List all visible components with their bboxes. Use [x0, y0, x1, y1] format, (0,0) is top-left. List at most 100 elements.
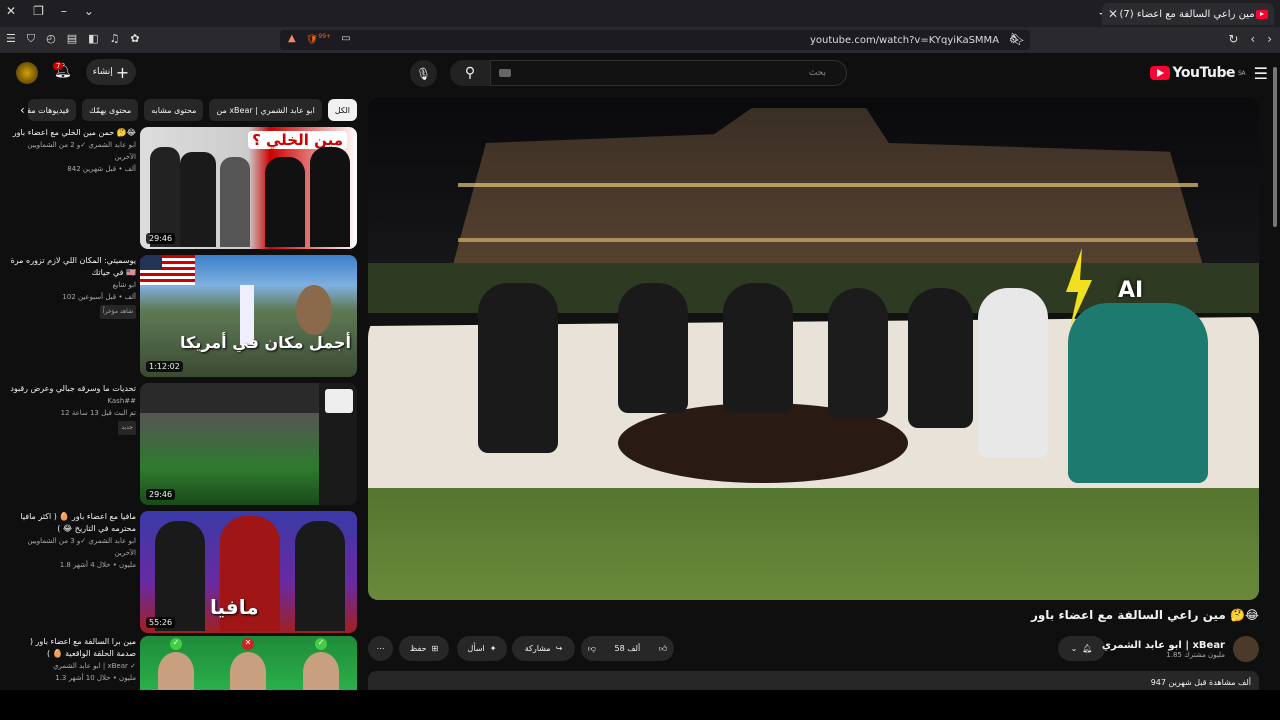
- thumbnail-text: أجمل مكان في أمريكا: [180, 333, 351, 352]
- more-actions-button[interactable]: ⋯: [368, 636, 393, 661]
- restore-window-icon[interactable]: ❐: [33, 4, 44, 18]
- tab-list-icon[interactable]: ⌄: [84, 4, 94, 18]
- rec-tag: جديد: [118, 421, 136, 435]
- tabs-icon[interactable]: ▤: [67, 32, 77, 46]
- rec-title[interactable]: مين برا السالفة مع اعضاء باور ( صدمة الح…: [8, 636, 136, 660]
- rec-stats: 12 تم البث قبل 13 ساعة: [60, 409, 136, 417]
- page-scrollbar[interactable]: [1270, 55, 1280, 690]
- search-placeholder: بحث: [808, 68, 826, 78]
- channel-name[interactable]: ابو عابد الشمري | xBear: [1102, 640, 1225, 651]
- video-thumbnail[interactable]: 29:46: [140, 383, 357, 505]
- video-thumbnail[interactable]: ✓ ✕ ✓: [140, 636, 357, 690]
- list-item[interactable]: أجمل مكان في أمريكا 1:12:02 يوسميتي: الم…: [0, 255, 358, 379]
- rec-stats: 1.8 مليون • خلال 4 أشهر: [59, 561, 136, 569]
- youtube-logo[interactable]: YouTube SA: [1149, 65, 1246, 81]
- rec-title[interactable]: تحديات ما وسرقه جبالي وعرض رقبود: [8, 383, 136, 395]
- thumb-person: [295, 521, 345, 631]
- like-dislike-button[interactable]: 👎︎ 58 ألف 👍︎: [581, 636, 674, 661]
- keyboard-icon[interactable]: [499, 69, 511, 77]
- extensions-icon[interactable]: ✿: [130, 32, 139, 46]
- subscriber-count: 1.85 مليون مشترك: [1166, 650, 1225, 659]
- close-tab-icon[interactable]: ✕: [1108, 7, 1118, 21]
- ai-overlay-text: AI: [1118, 278, 1144, 303]
- triangle-extension-icon[interactable]: ▲: [288, 33, 296, 45]
- rec-title[interactable]: مافيا مع اعضاء باور 🥚 ( اكثر مافيا محترم…: [8, 511, 136, 535]
- description-box[interactable]: 947 ألف مشاهدة قبل شهرين: [368, 671, 1259, 691]
- person: [723, 283, 793, 413]
- rec-meta: مين برا السالفة مع اعضاء باور ( صدمة الح…: [8, 636, 136, 684]
- rec-stats: 1.3 مليون • خلال 10 أشهر: [55, 674, 136, 682]
- nav-icons: ↻ ‹ ›: [1228, 32, 1272, 46]
- share-button[interactable]: مشاركة ↪: [512, 636, 575, 661]
- search-button[interactable]: ⚲: [450, 60, 490, 86]
- building-lights: [458, 183, 1198, 187]
- save-button[interactable]: حفظ ⊞: [399, 636, 449, 661]
- url-extensions: ▲ 🛡99+ ▭: [288, 33, 351, 45]
- share-icon: ↪: [555, 644, 563, 653]
- list-item[interactable]: 29:46 تحديات ما وسرقه جبالي وعرض رقبود K…: [0, 383, 358, 507]
- create-label: إنشاء: [92, 67, 113, 77]
- chip-all[interactable]: الكل: [327, 99, 357, 121]
- create-button[interactable]: إنشاء +: [86, 59, 136, 85]
- thumb-person: [155, 521, 205, 631]
- thumb-person: [303, 652, 339, 690]
- video-thumbnail[interactable]: أجمل مكان في أمريكا 1:12:02: [140, 255, 357, 377]
- close-window-icon[interactable]: ✕: [6, 4, 16, 18]
- shield-icon[interactable]: ⛉: [27, 32, 35, 46]
- bookmark-icon[interactable]: 🔖︎: [1010, 32, 1025, 46]
- account-avatar[interactable]: [16, 62, 38, 84]
- voice-search-icon[interactable]: 🎙︎: [410, 60, 437, 87]
- ask-button[interactable]: اسأل ✦: [457, 636, 507, 661]
- browser-toolbar: ☰ ⛉ ◴ ▤ ◧ ♫ ✿ ▲ 🛡99+ ▭ youtube.com/watch…: [0, 27, 1280, 53]
- rec-channel[interactable]: ابو عابد الشمري | xBear ✓: [8, 660, 136, 672]
- rec-title[interactable]: يوسميتي: المكان اللي لازم تزوره مرة في ح…: [8, 255, 136, 279]
- forward-icon[interactable]: ›: [1267, 32, 1272, 46]
- music-icon[interactable]: ♫: [110, 32, 120, 46]
- browser-tab[interactable]: ✕ (7) مين راعي السالفة مع اعضاء: [1102, 3, 1274, 25]
- channel-avatar[interactable]: [1233, 636, 1259, 662]
- chip-for-you[interactable]: محتوى يهمّك: [82, 99, 139, 121]
- check-icon: ✓: [315, 638, 327, 650]
- video-player[interactable]: AI: [368, 98, 1259, 600]
- sidebar-icon[interactable]: ◧: [88, 32, 98, 46]
- minimize-window-icon[interactable]: –: [61, 4, 67, 18]
- guide-menu-icon[interactable]: ☰: [1254, 64, 1268, 83]
- video-thumbnail[interactable]: مافيا 55:26: [140, 511, 357, 633]
- list-item[interactable]: مين الخلي ؟ 29:46 حمن مين الخلي مع اعضاء…: [0, 127, 358, 251]
- toolbar-left-icons: ☰ ⛉ ◴ ▤ ◧ ♫ ✿: [6, 32, 140, 46]
- back-icon[interactable]: ‹: [1250, 32, 1255, 46]
- rec-channel[interactable]: Kash##: [8, 395, 136, 407]
- rec-stats: 102 ألف • قبل أسبوعين: [62, 293, 136, 301]
- rec-title[interactable]: حمن مين الخلي مع اعضاء باور 🤔😂: [8, 127, 136, 139]
- brave-shield-icon[interactable]: 🛡99+: [306, 33, 331, 45]
- address-bar[interactable]: ▲ 🛡99+ ▭ youtube.com/watch?v=KYqyiKaSMMA…: [280, 30, 1030, 50]
- menu-icon[interactable]: ☰: [6, 32, 16, 46]
- youtube-header: 🔔︎ 7 إنشاء + 🎙︎ ⚲ بحث YouTube SA ☰: [0, 53, 1280, 93]
- reload-icon[interactable]: ↻: [1228, 32, 1238, 46]
- thumb-person: [220, 157, 250, 247]
- list-item[interactable]: مافيا 55:26 مافيا مع اعضاء باور 🥚 ( اكثر…: [0, 511, 358, 635]
- chip-from-channel[interactable]: من xBear | ابو عابد الشمري: [209, 99, 322, 121]
- history-icon[interactable]: ◴: [46, 32, 56, 46]
- subscribed-button[interactable]: ⌄ 🔔︎: [1058, 636, 1105, 661]
- rec-channel[interactable]: ابو عابد الشمري ✓و 3 من الشماويين الآخري…: [8, 535, 136, 559]
- person: [478, 283, 558, 453]
- like-icon[interactable]: 👍︎: [659, 644, 667, 654]
- channel-text: ابو عابد الشمري | xBear 1.85 مليون مشترك: [1102, 640, 1225, 659]
- rec-channel[interactable]: ابو عابد الشمري ✓و 2 من الشماويين الآخري…: [8, 139, 136, 163]
- list-item[interactable]: ✓ ✕ ✓ مين برا السالفة مع اعضاء باور ( صد…: [0, 636, 358, 690]
- view-count: 947 ألف مشاهدة قبل شهرين: [1150, 678, 1251, 687]
- chip-recommended[interactable]: فيديوهات مقترحة: [28, 99, 77, 121]
- chip-similar[interactable]: محتوى مشابه: [144, 99, 204, 121]
- url-text[interactable]: youtube.com/watch?v=KYqyiKaSMMA: [810, 35, 999, 46]
- logo-text: YouTube: [1172, 65, 1236, 81]
- scrollbar-thumb[interactable]: [1273, 67, 1277, 227]
- streamer-cam: [325, 389, 353, 413]
- video-thumbnail[interactable]: مين الخلي ؟ 29:46: [140, 127, 357, 249]
- dislike-icon[interactable]: 👎︎: [588, 644, 596, 654]
- duration-badge: 55:26: [146, 617, 176, 628]
- reader-icon[interactable]: ▭: [341, 33, 350, 45]
- rec-channel[interactable]: ابو شايع: [8, 279, 136, 291]
- search-input[interactable]: بحث: [490, 60, 847, 86]
- building-lights: [458, 238, 1198, 242]
